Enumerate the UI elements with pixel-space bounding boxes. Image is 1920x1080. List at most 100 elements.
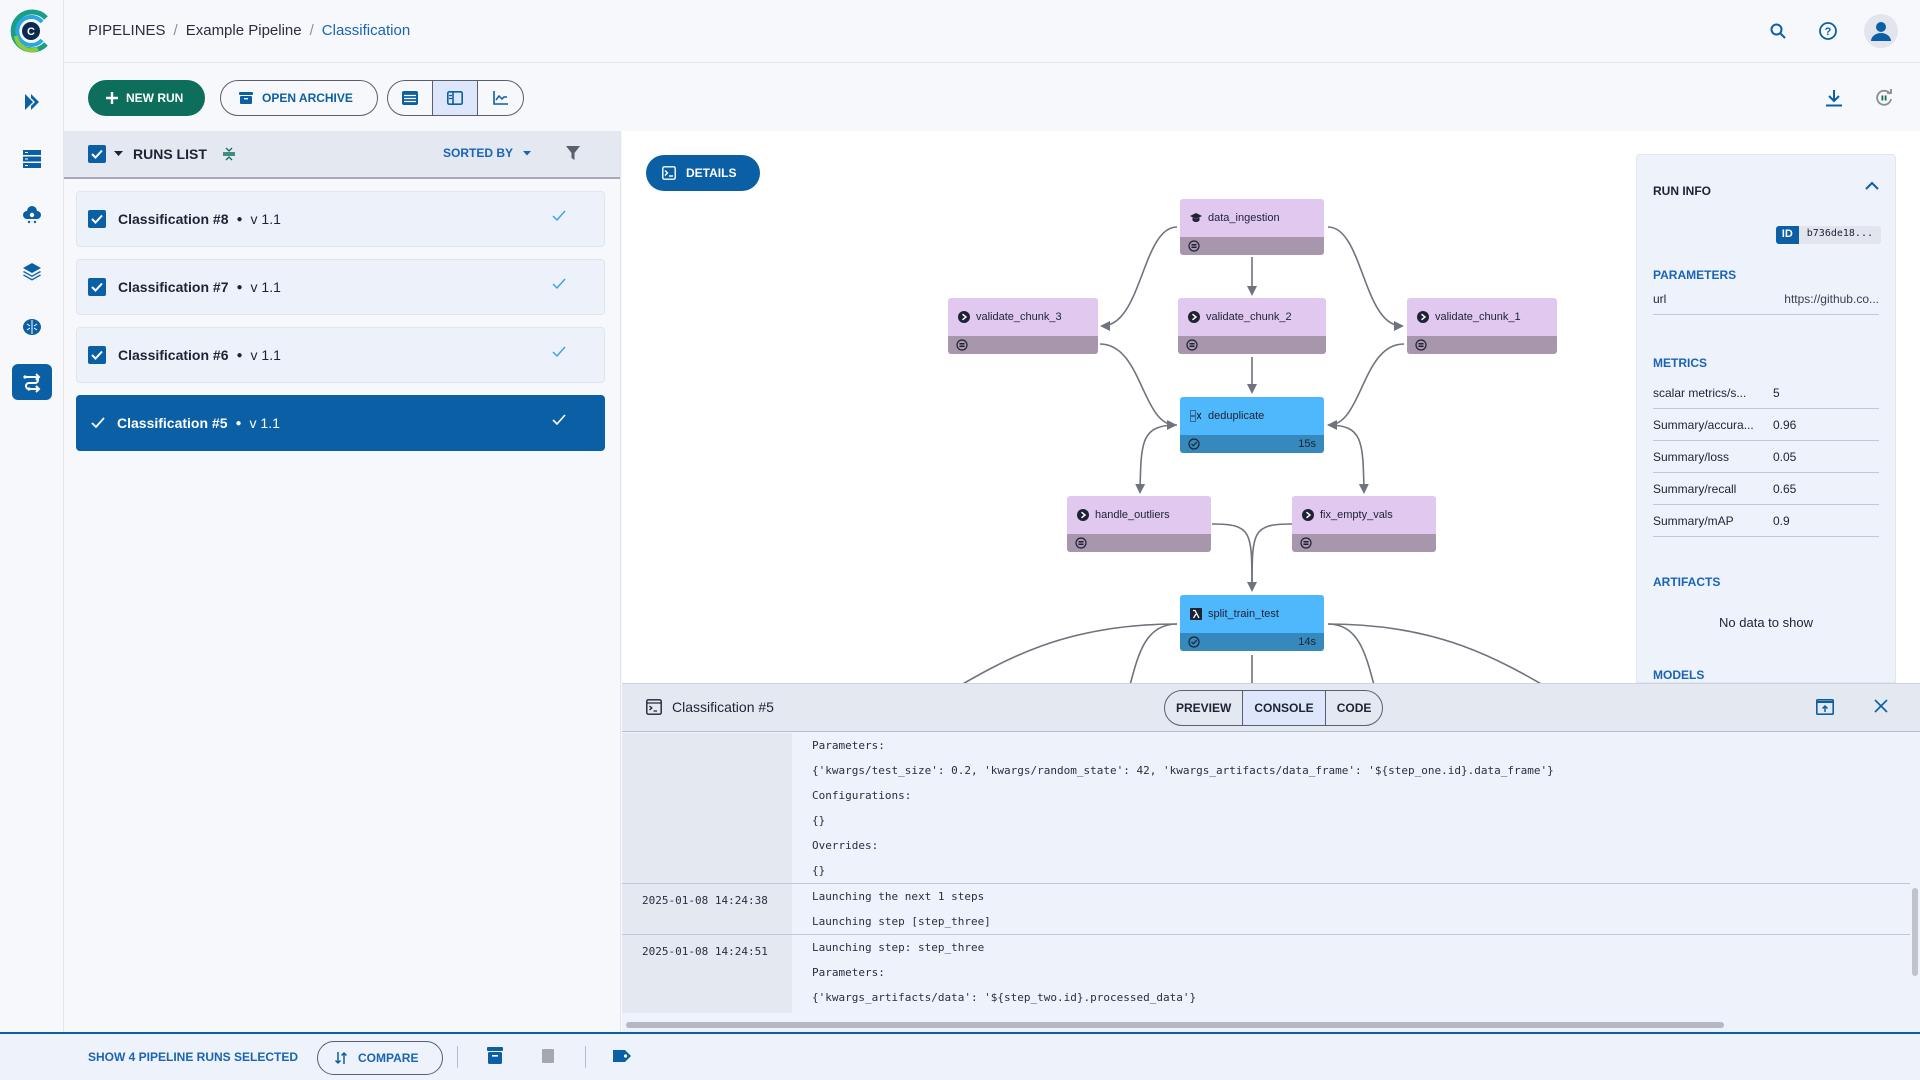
table-view-button[interactable] <box>388 81 433 115</box>
double-chevron-icon <box>25 94 39 110</box>
divider <box>585 1046 586 1068</box>
node-label: handle_outliers <box>1095 509 1170 521</box>
stop-icon[interactable] <box>542 1049 554 1063</box>
log-timestamp: 2025-01-08 14:24:38 <box>622 884 792 934</box>
dag-node-validate-chunk-3[interactable]: validate_chunk_3 <box>948 298 1098 354</box>
auto-refresh-button[interactable] <box>1870 84 1898 112</box>
tag-icon[interactable] <box>613 1050 631 1062</box>
user-avatar[interactable] <box>1864 14 1898 48</box>
node-label: fix_empty_vals <box>1320 509 1393 521</box>
metric-key: scalar metrics/s... <box>1653 385 1747 400</box>
parameter-value: https://github.co... <box>1784 291 1879 306</box>
view-toggle <box>387 80 524 116</box>
run-item[interactable]: Classification #6 ● v 1.1 <box>76 327 605 383</box>
select-menu-chevron-icon[interactable] <box>114 151 123 157</box>
nav-orchestration[interactable] <box>12 84 52 120</box>
filter-icon[interactable] <box>566 145 580 161</box>
search-button[interactable] <box>1764 17 1792 45</box>
node-label: data_ingestion <box>1208 212 1280 224</box>
vertical-scrollbar[interactable] <box>1912 888 1918 976</box>
edge <box>1251 523 1293 591</box>
dag-node-handle-outliers[interactable]: handle_outliers <box>1067 496 1211 552</box>
maximize-panel-icon[interactable] <box>1816 699 1834 715</box>
new-run-button[interactable]: NEW RUN <box>88 80 206 116</box>
chart-view-icon <box>492 91 508 105</box>
breadcrumb-pipelines[interactable]: PIPELINES <box>88 22 166 39</box>
dag-node-validate-chunk-2[interactable]: validate_chunk_2 <box>1178 298 1326 354</box>
nav-datasets[interactable] <box>12 141 52 177</box>
console-log[interactable]: Parameters: {'kwargs/test_size': 0.2, 'k… <box>622 733 1910 1013</box>
dag-node-validate-chunk-1[interactable]: validate_chunk_1 <box>1407 298 1557 354</box>
breadcrumb-project[interactable]: Example Pipeline <box>186 22 302 39</box>
sort-label: SORTED BY <box>443 146 514 160</box>
run-item[interactable]: Classification #8 ● v 1.1 <box>76 191 605 247</box>
plus-icon <box>106 92 118 104</box>
console-tabs: PREVIEW CONSOLE CODE <box>1164 690 1384 726</box>
layers-icon <box>23 263 41 281</box>
selection-count-label[interactable]: SHOW 4 PIPELINE RUNS SELECTED <box>88 1050 298 1064</box>
metrics-title: METRICS <box>1653 356 1707 370</box>
archive-icon[interactable] <box>487 1047 503 1065</box>
log-timestamp <box>622 733 792 883</box>
bullet: ● <box>235 417 242 429</box>
node-label: split_train_test <box>1208 608 1279 620</box>
chart-view-button[interactable] <box>478 81 523 115</box>
nav-serving[interactable] <box>12 197 52 233</box>
runs-list-title: RUNS LIST <box>133 146 207 162</box>
run-id-badge[interactable]: ID b736de18... <box>1775 226 1881 244</box>
help-button[interactable]: ? <box>1814 17 1842 45</box>
close-icon[interactable] <box>1874 699 1888 713</box>
node-label: validate_chunk_2 <box>1206 311 1292 323</box>
tab-console[interactable]: CONSOLE <box>1243 691 1326 725</box>
nav-ai[interactable] <box>12 309 52 345</box>
select-all-checkbox[interactable] <box>88 145 106 163</box>
pending-status-icon <box>1075 537 1087 549</box>
log-line: Overrides: <box>812 839 879 852</box>
pending-status-icon <box>1415 339 1427 351</box>
run-info-title: RUN INFO <box>1653 184 1711 198</box>
run-checkbox[interactable] <box>88 278 106 296</box>
metric-key: Summary/accura... <box>1653 417 1754 432</box>
node-label: validate_chunk_1 <box>1435 311 1521 323</box>
app-logo[interactable]: C <box>8 8 54 54</box>
metric-value: 0.96 <box>1773 417 1797 432</box>
dag-node-split-train-test[interactable]: split_train_test 14s <box>1180 595 1324 651</box>
edge <box>1327 623 1375 683</box>
horizontal-scrollbar[interactable] <box>626 1022 1724 1028</box>
dag-node-deduplicate[interactable]: deduplicate 15s <box>1180 397 1324 453</box>
run-item-selected[interactable]: Classification #5 ● v 1.1 <box>76 395 605 451</box>
run-name: Classification #7 <box>118 279 229 295</box>
density-toggle-icon[interactable] <box>222 147 235 161</box>
edge <box>962 623 1178 683</box>
metric-row: Summary/mAP 0.9 <box>1653 505 1879 537</box>
bullet: ● <box>236 349 243 361</box>
nav-models[interactable] <box>12 253 52 289</box>
chevron-up-icon[interactable] <box>1865 181 1879 190</box>
dag-node-data-ingestion[interactable]: data_ingestion <box>1180 199 1324 255</box>
completed-status-icon <box>1188 438 1200 450</box>
compare-button[interactable]: COMPARE <box>317 1041 444 1075</box>
nav-pipelines[interactable] <box>12 364 52 400</box>
details-view-button[interactable] <box>433 81 478 115</box>
tab-code[interactable]: CODE <box>1326 691 1383 725</box>
new-run-label: NEW RUN <box>126 91 184 105</box>
sort-dropdown[interactable]: SORTED BY <box>443 146 532 160</box>
tab-preview[interactable]: PREVIEW <box>1165 691 1244 725</box>
download-button[interactable] <box>1820 84 1848 112</box>
pending-status-icon <box>1188 240 1200 252</box>
open-archive-button[interactable]: OPEN ARCHIVE <box>220 80 378 116</box>
log-row: 2025-01-08 14:24:51 Launching step: step… <box>622 935 1910 1013</box>
run-checkbox[interactable] <box>88 346 106 364</box>
log-line: Parameters: <box>812 739 885 752</box>
log-row: 2025-01-08 14:24:38 Launching the next 1… <box>622 884 1910 935</box>
compare-label: COMPARE <box>358 1051 419 1065</box>
run-checkbox[interactable] <box>91 417 105 429</box>
log-timestamp: 2025-01-08 14:24:51 <box>622 935 792 1013</box>
pipeline-icon <box>23 373 41 393</box>
dag-node-fix-empty-vals[interactable]: fix_empty_vals <box>1292 496 1436 552</box>
bullet: ● <box>236 281 243 293</box>
play-icon <box>1417 311 1429 323</box>
run-checkbox[interactable] <box>88 210 106 228</box>
log-line: Configurations: <box>812 789 912 802</box>
run-item[interactable]: Classification #7 ● v 1.1 <box>76 259 605 315</box>
